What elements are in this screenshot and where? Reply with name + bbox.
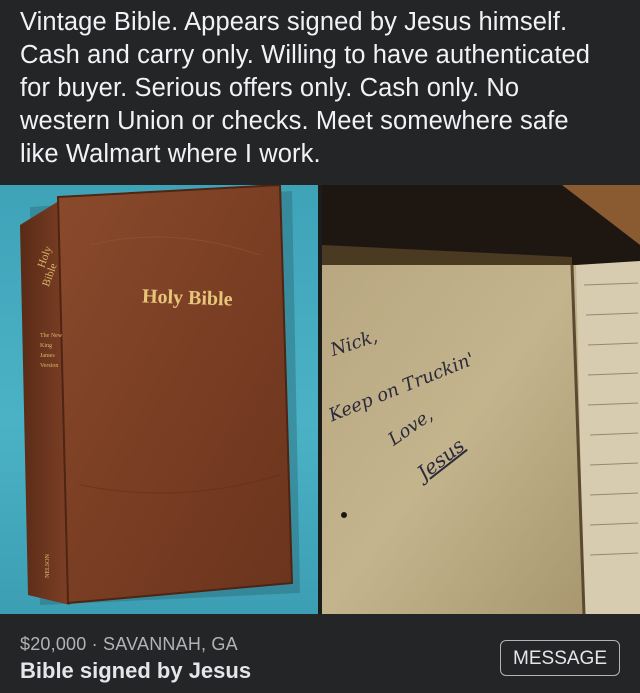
spine-sub-3: James: [40, 353, 55, 359]
cover-title: Holy Bible: [141, 285, 233, 311]
spine-publisher: NELSON: [44, 554, 51, 578]
price-location: $20,000 · SAVANNAH, GA: [20, 634, 238, 654]
bible-cover-photo[interactable]: Holy Bible Holy Bible The New King James…: [0, 185, 318, 614]
photo-gallery: Holy Bible Holy Bible The New King James…: [0, 185, 640, 614]
message-button[interactable]: MESSAGE: [500, 640, 620, 676]
spine-sub-2: King: [40, 343, 52, 349]
inscription-photo[interactable]: Nick, Keep on Truckin' Love, Jesus: [322, 185, 640, 614]
post-description: Vintage Bible. Appears signed by Jesus h…: [20, 8, 591, 168]
listing-footer: $20,000 · SAVANNAH, GA Bible signed by J…: [0, 614, 640, 693]
listing-title[interactable]: Bible signed by Jesus: [20, 658, 251, 684]
spine-sub-4: Version: [40, 363, 59, 369]
spine-sub-1: The New: [40, 333, 63, 339]
